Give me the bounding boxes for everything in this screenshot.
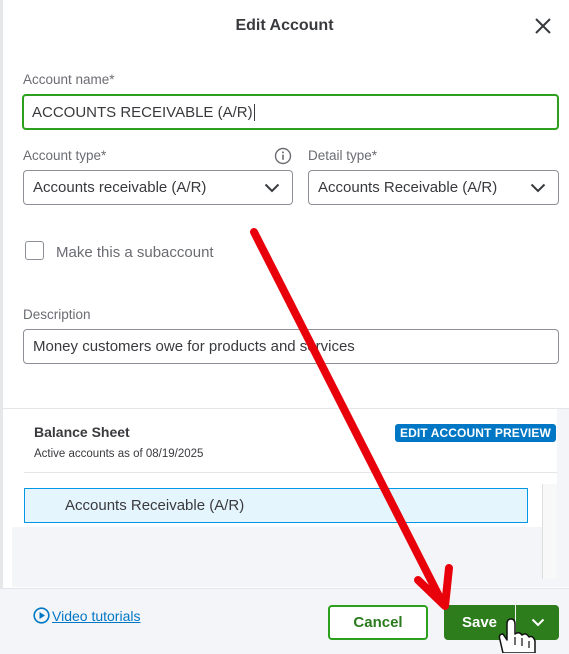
description-label: Description [23,307,91,322]
background-page-strip [0,0,3,653]
balance-sheet-subtitle: Active accounts as of 08/19/2025 [34,448,204,460]
detail-type-select[interactable]: Accounts Receivable (A/R) [308,170,559,205]
preview-account-label: Accounts Receivable (A/R) [65,497,245,514]
subaccount-checkbox[interactable] [25,241,44,260]
dialog-title: Edit Account [235,17,334,34]
description-input[interactable]: Money customers owe for products and ser… [23,329,559,364]
detail-type-value: Accounts Receivable (A/R) [318,179,498,196]
chevron-down-icon [531,618,544,627]
save-options-dropdown-button[interactable] [516,605,559,640]
description-value: Money customers owe for products and ser… [33,338,355,355]
chevron-down-icon [530,183,546,192]
account-name-input[interactable]: ACCOUNTS RECEIVABLE (A/R) [22,94,559,130]
balance-sheet-title: Balance Sheet [34,424,130,440]
video-tutorials-link[interactable]: Video tutorials [33,607,140,624]
account-type-value: Accounts receivable (A/R) [33,179,207,196]
close-icon [535,18,551,34]
chevron-down-icon [264,183,280,192]
close-button[interactable] [531,14,555,38]
account-type-label: Account type* [23,148,107,163]
play-circle-icon [33,607,50,624]
preview-account-row: Accounts Receivable (A/R) [24,488,528,523]
detail-type-label: Detail type* [308,148,378,163]
video-tutorials-label: Video tutorials [52,607,141,624]
save-button[interactable]: Save [444,605,515,640]
info-icon[interactable] [274,147,292,165]
account-name-value: ACCOUNTS RECEIVABLE (A/R) [32,103,253,121]
account-name-label: Account name* [23,72,115,87]
preview-divider [24,472,557,473]
text-caret [253,103,255,121]
subaccount-label[interactable]: Make this a subaccount [56,244,214,261]
cancel-button[interactable]: Cancel [328,605,428,640]
edit-account-preview-badge: EDIT ACCOUNT PREVIEW [395,424,556,442]
account-type-select[interactable]: Accounts receivable (A/R) [23,170,293,205]
preview-scrollbar[interactable] [542,484,557,579]
